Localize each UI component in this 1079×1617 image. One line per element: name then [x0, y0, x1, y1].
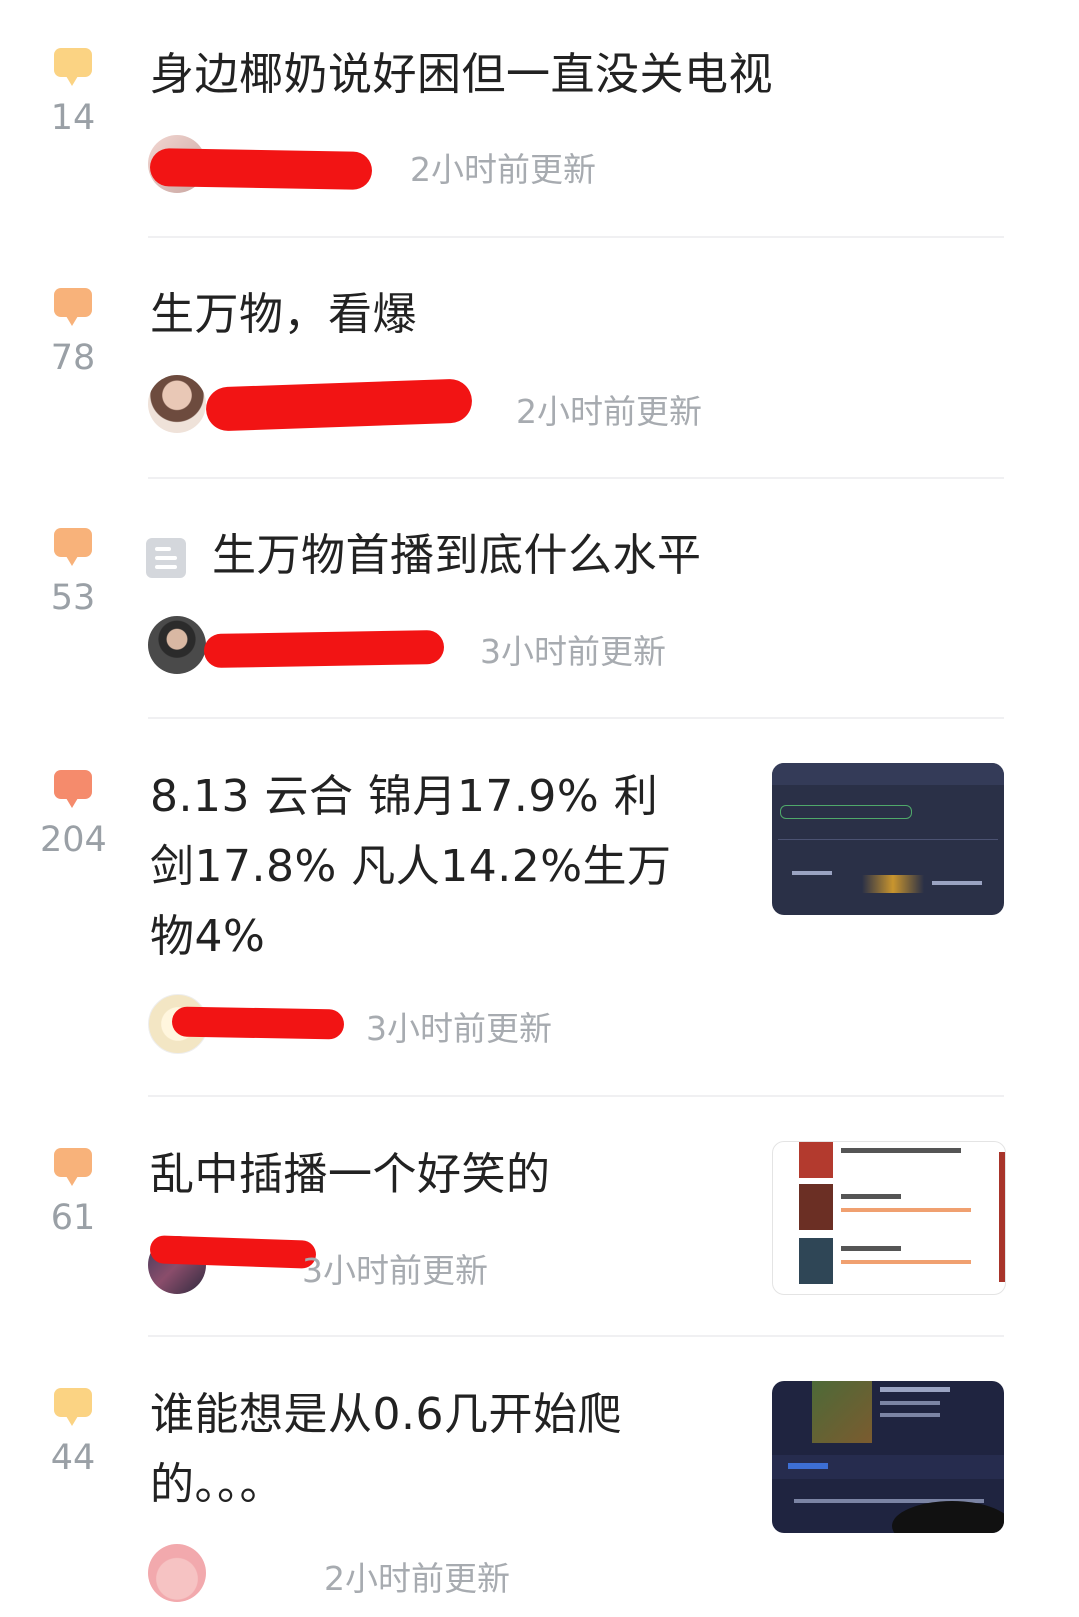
avatar[interactable]	[148, 616, 206, 674]
post-meta: 2小时前更新	[148, 1544, 648, 1604]
post-item[interactable]: 78 生万物，看爆 2小时前更新	[0, 238, 1079, 479]
post-title-line: 8.13 云合 锦月17.9% 利	[150, 771, 659, 822]
post-meta: 3小时前更新	[148, 1235, 648, 1296]
post-title[interactable]: 8.13 云合 锦月17.9% 利 剑17.8% 凡人14.2%生万 物4%	[150, 762, 730, 972]
update-time: 2小时前更新	[410, 150, 596, 189]
post-meta: 3小时前更新	[148, 994, 648, 1054]
comment-bubble-icon	[54, 1388, 92, 1426]
update-time: 3小时前更新	[302, 1251, 488, 1290]
redaction-mark	[205, 378, 473, 432]
post-title[interactable]: 身边椰奶说好困但一直没关电视	[150, 40, 773, 110]
post-meta: 3小时前更新	[148, 616, 748, 676]
redaction-mark	[149, 148, 373, 190]
comment-count-number: 61	[50, 1198, 96, 1238]
post-thumbnail[interactable]	[772, 1381, 1004, 1533]
post-title[interactable]: 乱中插播一个好笑的	[150, 1140, 551, 1210]
comment-count-number: 53	[50, 578, 96, 618]
comment-bubble-icon	[54, 1148, 92, 1186]
update-time: 2小时前更新	[324, 1559, 510, 1598]
comment-bubble-icon	[54, 48, 92, 86]
post-title-line: 剑17.8% 凡人14.2%生万	[150, 841, 672, 892]
post-meta: 2小时前更新	[148, 135, 648, 195]
avatar[interactable]	[148, 1544, 206, 1602]
redaction-mark	[203, 629, 445, 669]
post-item[interactable]: 204 8.13 云合 锦月17.9% 利 剑17.8% 凡人14.2%生万 物…	[0, 718, 1079, 1097]
comment-count: 53	[40, 528, 106, 616]
post-item[interactable]: 53 生万物首播到底什么水平 3小时前更新	[0, 478, 1079, 719]
post-title[interactable]: 生万物首播到底什么水平	[212, 521, 702, 591]
comment-count-number: 14	[50, 98, 96, 138]
post-title-line: 的。。。	[150, 1459, 284, 1510]
post-title[interactable]: 生万物，看爆	[150, 280, 417, 350]
update-time: 3小时前更新	[366, 1009, 552, 1048]
post-item[interactable]: 61 乱中插播一个好笑的 3小时前更新	[0, 1096, 1079, 1337]
post-thumbnail[interactable]	[772, 1141, 1006, 1295]
comment-count-number: 78	[50, 338, 96, 378]
post-title-line: 谁能想是从0.6几开始爬	[150, 1389, 622, 1440]
post-meta: 2小时前更新	[148, 375, 748, 435]
post-thumbnail[interactable]	[772, 763, 1004, 915]
comment-count: 204	[40, 770, 107, 860]
avatar[interactable]	[148, 375, 206, 433]
post-item[interactable]: 14 身边椰奶说好困但一直没关电视 2小时前更新	[0, 0, 1079, 238]
comment-count: 78	[40, 288, 106, 376]
update-time: 2小时前更新	[516, 392, 702, 431]
comment-bubble-icon	[54, 288, 92, 326]
comment-count-number: 204	[40, 820, 107, 860]
comment-count: 44	[40, 1388, 106, 1476]
redaction-mark	[149, 1235, 317, 1269]
comment-bubble-icon	[54, 528, 92, 566]
comment-count: 14	[40, 48, 106, 136]
document-icon	[146, 538, 186, 578]
post-title[interactable]: 谁能想是从0.6几开始爬 的。。。	[150, 1380, 730, 1520]
update-time: 3小时前更新	[480, 632, 666, 671]
comment-bubble-icon	[54, 770, 92, 808]
comment-count-number: 44	[50, 1438, 96, 1478]
post-item[interactable]: 44 谁能想是从0.6几开始爬 的。。。 2小时前更新	[0, 1336, 1079, 1617]
redaction-mark	[171, 1006, 345, 1040]
post-title-line: 物4%	[150, 911, 266, 962]
comment-count: 61	[40, 1148, 106, 1236]
